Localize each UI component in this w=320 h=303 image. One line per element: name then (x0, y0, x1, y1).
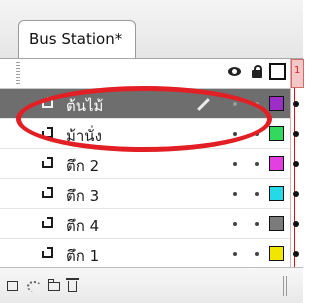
layer-icon (42, 247, 53, 258)
lock-dot[interactable] (255, 222, 259, 226)
layer-header (0, 59, 290, 89)
outline-color-swatch[interactable] (269, 216, 284, 231)
frame-timeline[interactable]: 1 (290, 59, 304, 267)
layer-row[interactable]: ตึก 1 (0, 239, 290, 267)
folder-icon[interactable] (48, 279, 60, 291)
layer-row[interactable]: ตึก 2 (0, 149, 290, 179)
outline-color-swatch[interactable] (269, 246, 284, 261)
lock-dot[interactable] (255, 162, 259, 166)
keyframe-cell[interactable] (291, 89, 304, 119)
visibility-dot[interactable] (233, 222, 237, 226)
highlight-oval (16, 86, 272, 152)
lock-dot[interactable] (255, 252, 259, 256)
layer-row[interactable]: ตึก 3 (0, 179, 290, 209)
keyframe-icon (293, 251, 299, 257)
keyframe-icon (293, 161, 299, 167)
visibility-dot[interactable] (233, 162, 237, 166)
resize-grip-icon[interactable] (283, 276, 289, 296)
lock-dot[interactable] (255, 192, 259, 196)
tab-bus-station[interactable]: Bus Station* (18, 20, 136, 58)
eye-icon[interactable] (228, 67, 241, 76)
outline-color-swatch[interactable] (269, 96, 284, 111)
motion-guide-icon[interactable] (27, 281, 41, 292)
keyframe-cell[interactable] (291, 149, 304, 179)
visibility-dot[interactable] (233, 192, 237, 196)
frame-number: 1 (294, 65, 301, 76)
layer-name: ตึก 1 (66, 247, 100, 265)
outline-icon[interactable] (269, 63, 286, 80)
keyframe-icon (293, 221, 299, 227)
keyframe-icon (293, 131, 299, 137)
keyframe-cell[interactable] (291, 179, 304, 209)
keyframe-icon (293, 101, 299, 107)
layer-icon (42, 157, 53, 168)
outline-color-swatch[interactable] (269, 156, 284, 171)
keyframe-icon (293, 191, 299, 197)
layer-toolbar (0, 267, 303, 303)
outline-color-swatch[interactable] (269, 126, 284, 141)
new-layer-icon[interactable] (7, 281, 18, 291)
layer-icon (42, 217, 53, 228)
layer-icon (42, 187, 53, 198)
lock-icon[interactable] (252, 65, 262, 78)
layer-name: ตึก 4 (66, 217, 100, 235)
layer-name: ตึก 2 (66, 157, 100, 175)
visibility-dot[interactable] (233, 252, 237, 256)
outline-color-swatch[interactable] (269, 186, 284, 201)
keyframe-cell[interactable] (291, 209, 304, 239)
playhead[interactable]: 1 (291, 59, 304, 88)
tab-bar: Bus Station* (0, 0, 303, 59)
drag-grip-icon[interactable] (16, 62, 20, 84)
trash-icon[interactable] (66, 278, 79, 292)
keyframe-cell[interactable] (291, 239, 304, 269)
timeline-panel: Bus Station* 1 ต้นไม้ ม้านั่ง ตึก 2 ตึก … (0, 0, 304, 303)
layer-name: ตึก 3 (66, 187, 100, 205)
keyframe-cell[interactable] (291, 119, 304, 149)
layer-row[interactable]: ตึก 4 (0, 209, 290, 239)
